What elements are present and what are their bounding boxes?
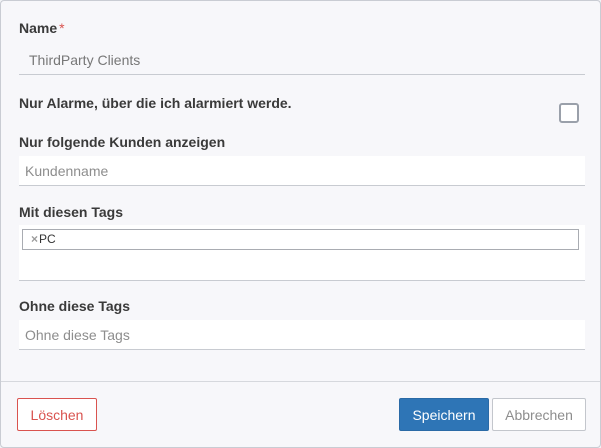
with-tags-label: Mit diesen Tags [19,204,123,220]
tag-label: PC [39,232,56,246]
customer-name-input[interactable] [19,156,585,186]
cancel-button[interactable]: Abbrechen [492,398,586,431]
dialog-footer: Löschen Speichern Abbrechen [1,381,600,447]
save-button[interactable]: Speichern [399,398,489,431]
required-marker: * [59,20,65,36]
tag-chip: ×PC [31,232,56,246]
only-my-alarms-label: Nur Alarme, über die ich alarmiert werde… [19,95,292,111]
customers-label: Nur folgende Kunden anzeigen [19,134,226,150]
tag-list: ×PC [22,229,579,250]
tag-remove-icon[interactable]: × [31,232,38,246]
only-my-alarms-checkbox[interactable] [559,103,579,123]
name-label-text: Name [19,20,58,36]
with-tags-input[interactable]: ×PC [19,225,585,281]
name-input[interactable] [19,45,585,75]
edit-filter-dialog: Name* Nur Alarme, über die ich alarmiert… [0,0,601,448]
without-tags-label: Ohne diese Tags [19,298,130,314]
delete-button[interactable]: Löschen [17,398,97,431]
without-tags-input[interactable] [19,320,585,350]
name-label: Name * [19,20,65,36]
